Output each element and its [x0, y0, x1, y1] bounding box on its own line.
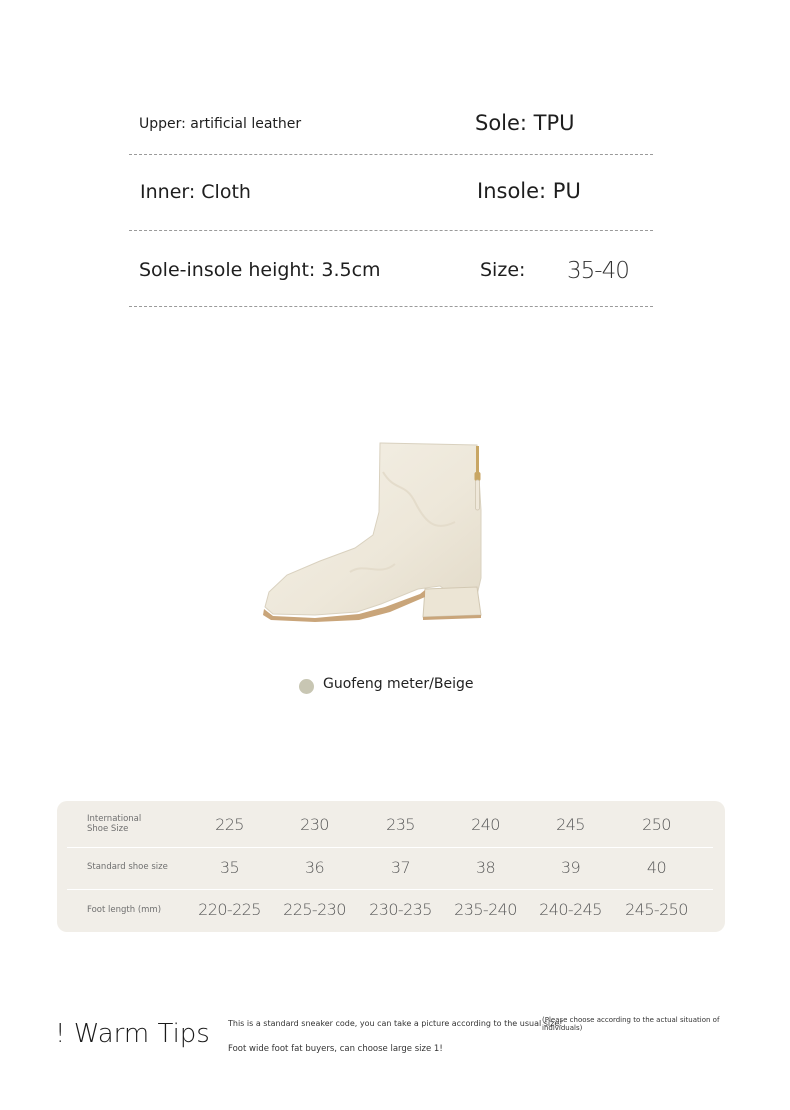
table-cell: 245: [556, 815, 585, 834]
table-cell: 39: [560, 858, 581, 877]
spec-size-label: Size:: [480, 259, 526, 281]
tip-line-2: Foot wide foot fat buyers, can choose la…: [228, 1044, 443, 1054]
spec-insole: Insole: PU: [477, 179, 581, 203]
spec-upper: Upper: artificial leather: [139, 116, 302, 132]
beige-ankle-boot-icon: [255, 432, 495, 632]
spec-divider: [129, 306, 653, 307]
row-label: Foot length (mm): [87, 905, 162, 915]
spec-inner: Inner: Cloth: [140, 181, 251, 203]
color-swatch-label: Guofeng meter/Beige: [323, 676, 474, 692]
spec-divider: [129, 154, 653, 155]
table-cell: 240: [471, 815, 500, 834]
table-cell: 240-245: [539, 900, 602, 919]
table-cell: 245-250: [625, 900, 688, 919]
tip-line-1: This is a standard sneaker code, you can…: [228, 1019, 563, 1028]
table-cell: 37: [390, 858, 411, 877]
spec-height: Sole-insole height: 3.5cm: [139, 259, 381, 281]
table-cell: 225: [215, 815, 244, 834]
table-cell: 250: [642, 815, 671, 834]
table-row: Standard shoe size 35 36 37 38 39 40: [67, 847, 713, 891]
table-row: International Shoe Size 225 230 235 240 …: [67, 804, 713, 847]
spec-divider: [129, 230, 653, 231]
warm-tips-title: ! Warm Tips: [55, 1019, 210, 1049]
row-label: Standard shoe size: [87, 862, 168, 872]
spec-sole: Sole: TPU: [475, 111, 575, 135]
table-cell: 40: [646, 858, 667, 877]
table-cell: 36: [304, 858, 325, 877]
table-cell: 38: [475, 858, 496, 877]
table-cell: 230-235: [369, 900, 432, 919]
table-cell: 235-240: [454, 900, 517, 919]
table-cell: 230: [300, 815, 329, 834]
table-cell: 35: [219, 858, 240, 877]
table-cell: 235: [386, 815, 415, 834]
row-label: International Shoe Size: [87, 814, 142, 834]
tip-line-1-note: (Please choose according to the actual s…: [542, 1016, 720, 1032]
table-cell: 225-230: [283, 900, 346, 919]
table-cell: 220-225: [198, 900, 261, 919]
color-swatch[interactable]: [299, 679, 314, 694]
size-table: International Shoe Size 225 230 235 240 …: [57, 801, 725, 932]
table-row: Foot length (mm) 220-225 225-230 230-235…: [67, 889, 713, 933]
spec-size-value: 35-40: [567, 258, 630, 284]
